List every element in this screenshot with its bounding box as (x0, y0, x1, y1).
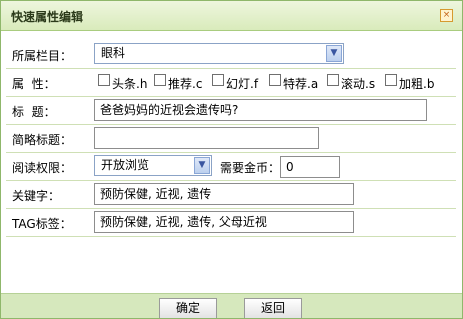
row-title: 标 题： 爸爸妈妈的近视会遗传吗? (6, 97, 456, 125)
close-icon[interactable]: × (440, 9, 453, 22)
keywords-input[interactable]: 预防保健, 近视, 遗传 (94, 183, 354, 205)
permission-label: 阅读权限： (12, 161, 73, 175)
short-title-label: 简略标题： (12, 133, 73, 147)
checkbox-slideshow-label: 幻灯.f (226, 77, 259, 91)
checkbox-headline-label: 头条.h (112, 77, 148, 91)
checkbox-bold[interactable] (385, 74, 397, 86)
ok-button[interactable]: 确定 (159, 298, 217, 318)
checkbox-slideshow[interactable] (212, 74, 224, 86)
chevron-down-icon[interactable]: ▼ (326, 45, 342, 62)
coins-label: 需要金币： (220, 161, 281, 175)
dialog-title: 快速属性编辑 (11, 10, 84, 24)
checkbox-recommend-label: 推荐.c (168, 77, 203, 91)
keywords-label: 关键字： (12, 189, 61, 203)
tags-label: TAG标签： (12, 217, 72, 231)
checkbox-scroll-label: 滚动.s (341, 77, 376, 91)
row-column: 所属栏目： 眼科 ▼ (6, 41, 456, 69)
coins-input[interactable]: 0 (280, 156, 340, 178)
column-label: 所属栏目： (12, 49, 73, 63)
checkbox-recommend[interactable] (154, 74, 166, 86)
attributes-label: 属 性： (12, 77, 56, 91)
dialog-footer: 确定 返回 (1, 293, 462, 318)
row-tags: TAG标签： 预防保健, 近视, 遗传, 父母近视 (6, 209, 456, 237)
checkbox-special-label: 特荐.a (283, 77, 319, 91)
checkbox-special[interactable] (269, 74, 281, 86)
title-input[interactable]: 爸爸妈妈的近视会遗传吗? (94, 99, 427, 121)
row-keywords: 关键字： 预防保健, 近视, 遗传 (6, 181, 456, 209)
permission-select[interactable]: 开放浏览 ▼ (94, 155, 212, 176)
row-short-title: 简略标题： (6, 125, 456, 153)
title-label: 标 题： (12, 105, 56, 119)
chevron-down-icon[interactable]: ▼ (194, 157, 210, 174)
row-attributes: 属 性： 头条.h 推荐.c 幻灯.f 特荐.a 滚动.s 加粗.b (6, 69, 456, 97)
row-permission: 阅读权限： 开放浏览 ▼ 需要金币： 0 (6, 153, 456, 181)
short-title-input[interactable] (94, 127, 319, 149)
column-select-value: 眼科 (101, 46, 126, 60)
tags-input[interactable]: 预防保健, 近视, 遗传, 父母近视 (94, 211, 354, 233)
column-select[interactable]: 眼科 ▼ (94, 43, 344, 64)
checkbox-headline[interactable] (98, 74, 110, 86)
form-body: 所属栏目： 眼科 ▼ 属 性： 头条.h 推荐.c 幻灯.f 特荐.a 滚动.s… (1, 41, 462, 293)
permission-select-value: 开放浏览 (101, 158, 150, 172)
checkbox-scroll[interactable] (327, 74, 339, 86)
dialog-titlebar: 快速属性编辑 × (1, 1, 462, 31)
back-button[interactable]: 返回 (244, 298, 302, 318)
checkbox-bold-label: 加粗.b (399, 77, 435, 91)
quick-edit-dialog: 快速属性编辑 × 所属栏目： 眼科 ▼ 属 性： 头条.h 推荐.c 幻灯.f … (0, 0, 463, 319)
